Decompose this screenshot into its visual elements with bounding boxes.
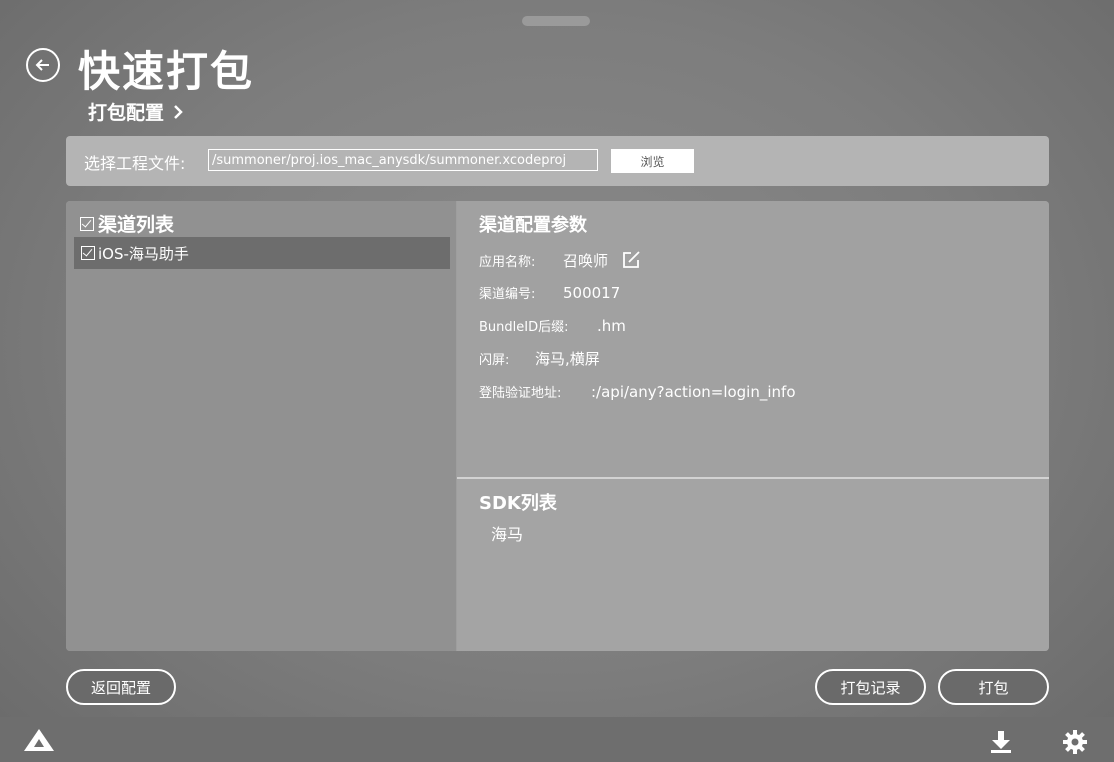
window-drag-handle[interactable] [522, 16, 590, 26]
channel-list-header[interactable]: 渠道列表 [80, 210, 174, 237]
param-label: 渠道编号: [479, 287, 536, 302]
channel-params-title: 渠道配置参数 [479, 215, 587, 236]
project-file-bar: 选择工程文件: 浏览 [66, 136, 1049, 186]
channel-list-title: 渠道列表 [98, 214, 175, 236]
download-icon[interactable] [988, 729, 1014, 759]
param-label: 登陆验证地址: [479, 386, 562, 401]
main-panel: 渠道列表 iOS-海马助手 渠道配置参数 应用名称: 召唤师 渠道编号: 500… [66, 201, 1049, 651]
channel-item-checkbox[interactable] [81, 246, 95, 260]
channel-list-item[interactable]: iOS-海马助手 [74, 237, 450, 269]
anysdk-logo-icon[interactable] [22, 727, 56, 757]
channel-item-label: iOS-海马助手 [98, 244, 189, 263]
project-file-input[interactable] [208, 149, 598, 171]
pack-button[interactable]: 打包 [938, 669, 1049, 705]
param-row-channel-id: 渠道编号: 500017 [479, 283, 621, 303]
param-value: 召唤师 [563, 251, 609, 270]
edit-app-name-button[interactable] [620, 249, 642, 271]
param-value: :/api/any?action=login_info [591, 382, 796, 401]
page-title: 快速打包 [78, 47, 255, 96]
browse-button[interactable]: 浏览 [611, 149, 694, 173]
back-button[interactable] [26, 48, 60, 82]
param-row-bundle-suffix: BundleID后缀: .hm [479, 316, 626, 336]
edit-icon [623, 251, 640, 268]
param-value: .hm [597, 316, 626, 335]
param-label: 应用名称: [479, 254, 536, 270]
channel-list-panel: 渠道列表 iOS-海马助手 [66, 201, 456, 651]
back-config-button[interactable]: 返回配置 [66, 669, 176, 705]
sdk-list-item: 海马 [491, 525, 524, 544]
chevron-right-icon [174, 104, 183, 119]
sdk-list-panel: SDK列表 海马 [457, 479, 1049, 651]
breadcrumb-label: 打包配置 [88, 102, 165, 124]
param-value: 500017 [563, 283, 621, 302]
param-value: 海马,横屏 [535, 350, 600, 368]
settings-gear-icon[interactable] [1062, 729, 1088, 759]
param-row-splash: 闪屏: 海马,横屏 [479, 348, 600, 369]
param-row-login-url: 登陆验证地址: :/api/any?action=login_info [479, 382, 796, 402]
pack-history-button[interactable]: 打包记录 [815, 669, 926, 705]
bottom-toolbar [0, 717, 1114, 762]
param-label: BundleID后缀: [479, 320, 569, 335]
param-row-app-name: 应用名称: 召唤师 [479, 249, 642, 271]
project-file-label: 选择工程文件: [84, 154, 186, 173]
param-label: 闪屏: [479, 353, 510, 368]
sdk-list-title: SDK列表 [479, 493, 557, 514]
channel-list-select-all-checkbox[interactable] [80, 216, 94, 231]
back-arrow-icon [35, 59, 49, 71]
channel-params-panel: 渠道配置参数 应用名称: 召唤师 渠道编号: 500017 BundleID后缀… [457, 201, 1049, 477]
breadcrumb[interactable]: 打包配置 [88, 98, 184, 125]
